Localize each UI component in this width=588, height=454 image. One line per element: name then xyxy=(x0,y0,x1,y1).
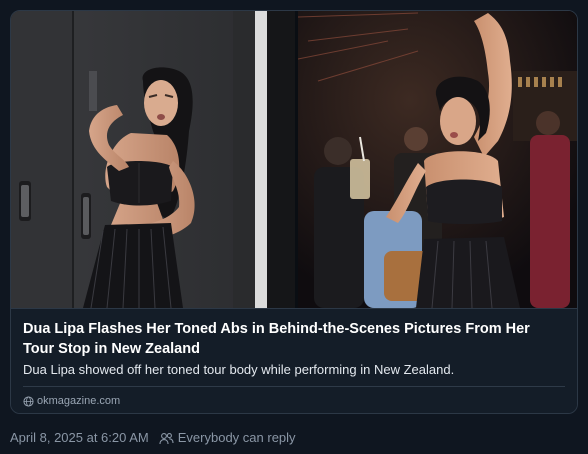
nightclub-photo xyxy=(298,11,577,308)
reply-setting-label: Everybody can reply xyxy=(177,430,296,445)
globe-icon xyxy=(23,395,34,407)
post-timestamp[interactable]: April 8, 2025 at 6:20 AM xyxy=(10,429,149,447)
post-page: Dua Lipa Flashes Her Toned Abs in Behind… xyxy=(0,0,588,454)
card-info[interactable]: Dua Lipa Flashes Her Toned Abs in Behind… xyxy=(11,308,577,413)
source-domain[interactable]: okmagazine.com xyxy=(37,394,120,408)
card-image-left[interactable] xyxy=(11,11,295,308)
backstage-photo xyxy=(11,11,295,308)
card-divider xyxy=(23,386,565,387)
card-description: Dua Lipa showed off her toned tour body … xyxy=(23,362,455,377)
people-icon xyxy=(159,432,174,445)
post-meta: April 8, 2025 at 6:20 AM Everybody can r… xyxy=(10,429,296,447)
card-headline[interactable]: Dua Lipa Flashes Her Toned Abs in Behind… xyxy=(23,319,563,359)
reply-setting[interactable]: Everybody can reply xyxy=(159,429,296,447)
card-media[interactable] xyxy=(11,11,577,308)
link-preview-card[interactable]: Dua Lipa Flashes Her Toned Abs in Behind… xyxy=(10,10,578,414)
card-source-link[interactable]: okmagazine.com xyxy=(23,394,120,408)
card-image-right[interactable] xyxy=(298,11,577,308)
